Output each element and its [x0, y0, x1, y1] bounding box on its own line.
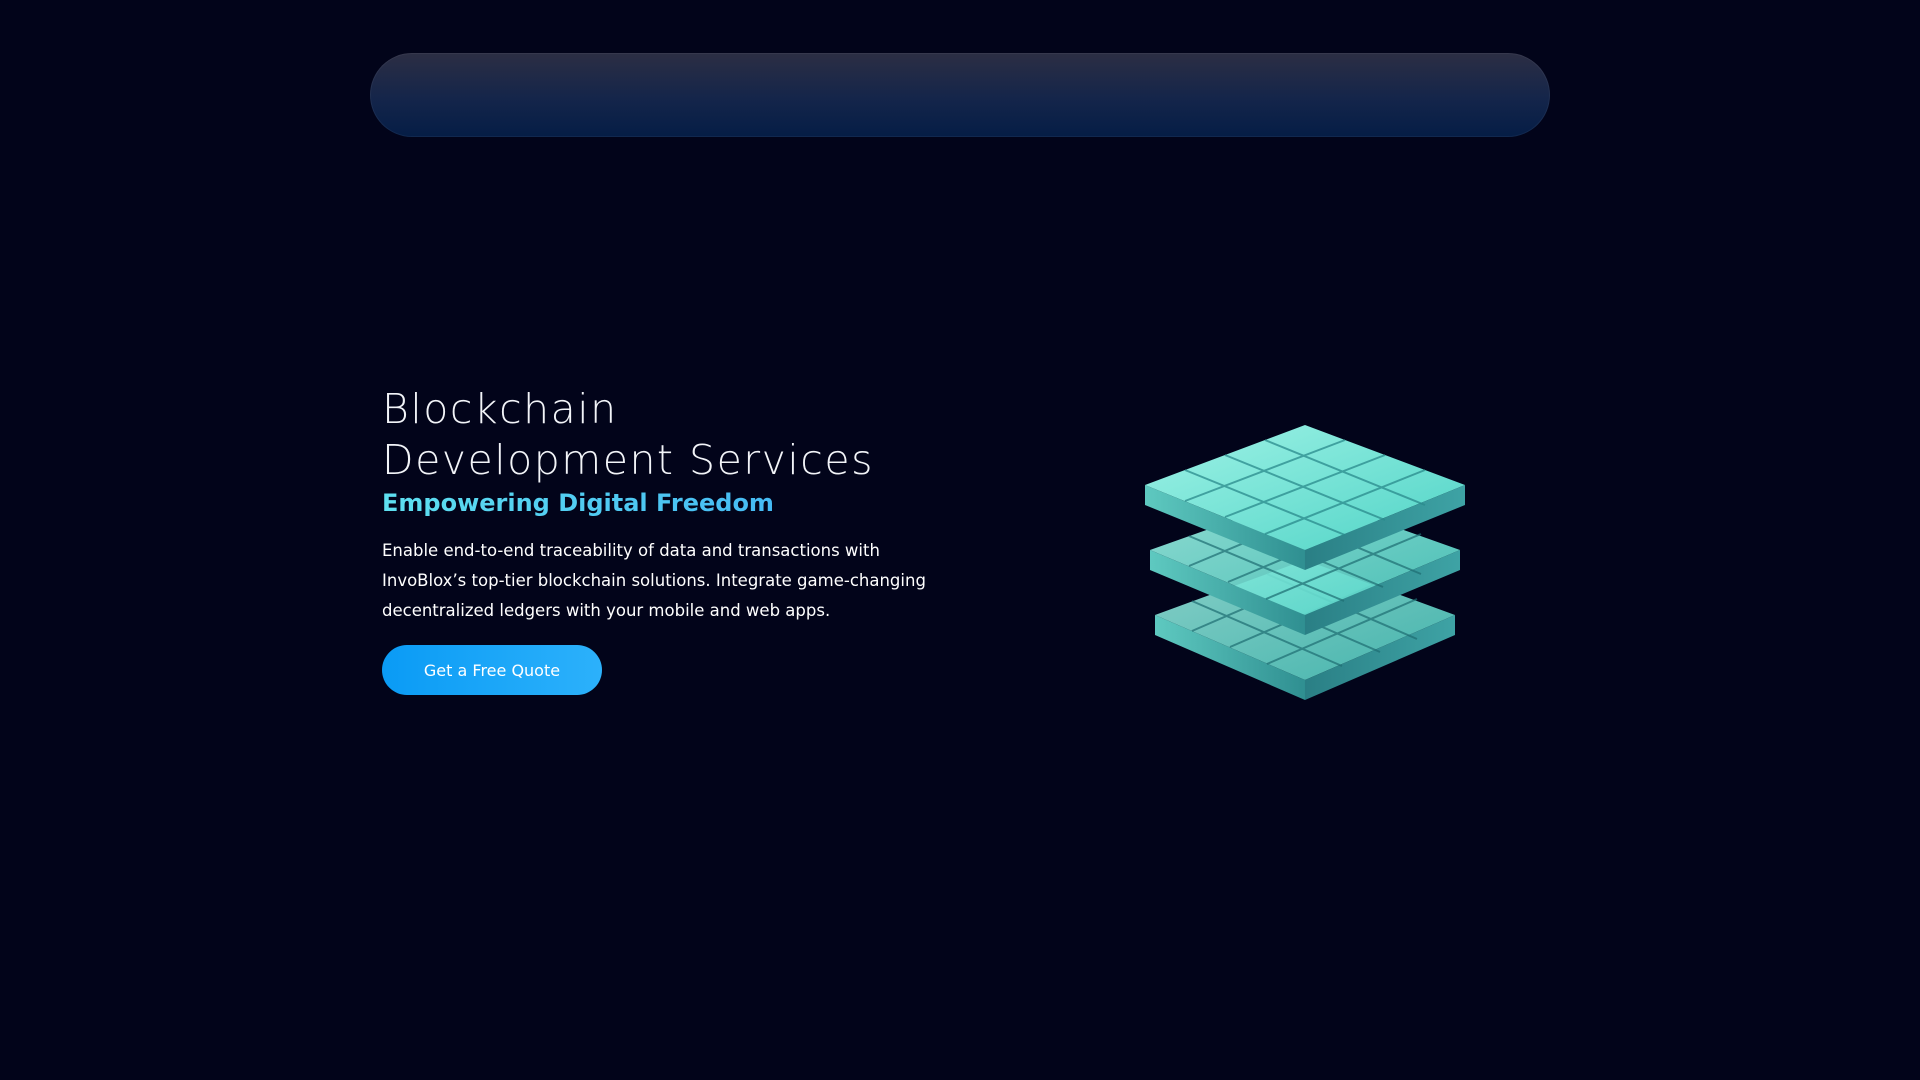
hero-title: Blockchain Development Services [382, 384, 942, 486]
hero-title-line1: Blockchain [382, 385, 618, 433]
stacked-blocks-icon [1140, 420, 1470, 720]
hero-subtitle: Empowering Digital Freedom [382, 486, 942, 520]
hero-description: Enable end-to-end traceability of data a… [382, 541, 926, 620]
page: Blockchain Development Services Empoweri… [0, 0, 1920, 1080]
hero-title-line2: Development Services [382, 436, 874, 484]
get-free-quote-button[interactable]: Get a Free Quote [382, 645, 602, 695]
navbar [370, 53, 1550, 137]
hero-section: Blockchain Development Services Empoweri… [382, 384, 942, 695]
